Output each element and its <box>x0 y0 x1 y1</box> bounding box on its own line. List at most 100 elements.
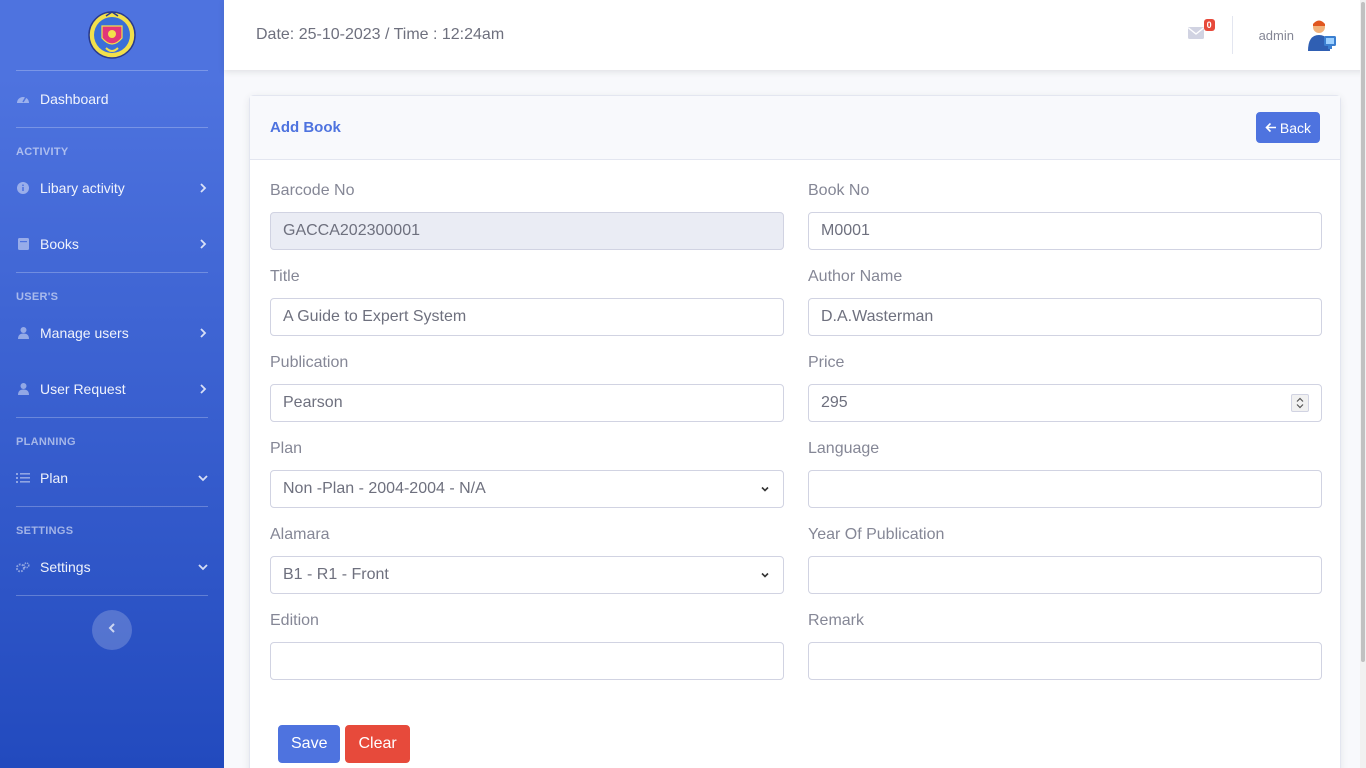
sidebar-item-library-activity[interactable]: Libary activity <box>0 160 224 216</box>
username-label[interactable]: admin <box>1259 28 1294 43</box>
book-no-field-group: Book No M0001 <box>808 182 1322 268</box>
messages-dropdown[interactable]: 0 <box>1186 19 1215 45</box>
college-crest-logo <box>88 11 136 59</box>
author-field-group: Author Name D.A.Wasterman <box>808 268 1322 354</box>
price-value: 295 <box>821 394 848 411</box>
language-input[interactable] <box>808 470 1322 508</box>
price-label: Price <box>808 354 845 371</box>
user-icon <box>16 382 30 396</box>
save-button[interactable]: Save <box>278 725 341 763</box>
alamara-label: Alamara <box>270 526 330 543</box>
chevron-down-icon <box>198 562 208 572</box>
alamara-selected-value: B1 - R1 - Front <box>283 566 389 583</box>
number-spinner[interactable] <box>1291 394 1309 412</box>
barcode-value: GACCA202300001 <box>283 222 420 239</box>
chevron-down-icon <box>759 483 771 495</box>
sidebar-item-manage-users[interactable]: Manage users <box>0 305 224 361</box>
tachometer-icon <box>16 92 30 106</box>
sidebar-heading-activity: ACTIVITY <box>16 146 69 158</box>
edition-field-group: Edition <box>270 612 784 698</box>
plan-select[interactable]: Non -Plan - 2004-2004 - N/A <box>270 470 784 508</box>
title-label: Title <box>270 268 300 285</box>
plan-label: Plan <box>270 440 303 457</box>
envelope-icon <box>1187 26 1204 44</box>
sidebar-item-settings[interactable]: Settings <box>0 539 224 595</box>
sidebar-item-dashboard[interactable]: Dashboard <box>0 71 224 127</box>
publication-label: Publication <box>270 354 349 371</box>
remark-input[interactable] <box>808 642 1322 680</box>
info-circle-icon <box>16 181 30 195</box>
alamara-select[interactable]: B1 - R1 - Front <box>270 556 784 594</box>
title-field-group: Title A Guide to Expert System <box>270 268 784 354</box>
price-field-group: Price 295 <box>808 354 1322 440</box>
sidebar-item-label: Manage users <box>40 325 129 341</box>
barcode-label: Barcode No <box>270 182 355 199</box>
topbar-divider <box>1231 16 1233 54</box>
sidebar-item-label: Books <box>40 236 79 252</box>
sidebar-item-plan[interactable]: Plan <box>0 450 224 506</box>
sidebar-item-label: Dashboard <box>40 91 109 107</box>
add-book-card: Add Book Back Barcode No GACCA202300001 … <box>249 95 1341 768</box>
add-book-form: Barcode No GACCA202300001 Book No M0001 … <box>270 182 1322 698</box>
sidebar-heading-users: USER'S <box>16 291 59 303</box>
messages-count-badge: 0 <box>1203 19 1215 31</box>
book-no-input[interactable]: M0001 <box>808 212 1322 250</box>
year-field-group: Year Of Publication <box>808 526 1322 612</box>
book-icon <box>16 237 30 251</box>
chevron-right-icon <box>198 384 208 394</box>
chevron-right-icon <box>198 183 208 193</box>
alamara-field-group: Alamara B1 - R1 - Front <box>270 526 784 612</box>
page-scrollbar[interactable] <box>1360 0 1366 768</box>
sidebar-brand[interactable] <box>0 0 224 70</box>
author-input[interactable]: D.A.Wasterman <box>808 298 1322 336</box>
sidebar-divider <box>16 595 208 596</box>
book-no-value: M0001 <box>821 222 870 239</box>
remark-field-group: Remark <box>808 612 1322 698</box>
title-value: A Guide to Expert System <box>283 308 467 325</box>
author-label: Author Name <box>808 268 903 285</box>
sidebar-heading-settings: SETTINGS <box>16 525 74 537</box>
publication-input[interactable]: Pearson <box>270 384 784 422</box>
sidebar: Dashboard ACTIVITY Libary activity Books… <box>0 0 224 768</box>
chevron-right-icon <box>198 239 208 249</box>
page-title: Add Book <box>270 119 341 136</box>
publication-value: Pearson <box>283 394 343 411</box>
sidebar-item-label: Plan <box>40 470 69 486</box>
avatar[interactable] <box>1304 18 1338 52</box>
card-header: Add Book Back <box>250 96 1340 160</box>
back-button-label: Back <box>1279 119 1311 136</box>
book-no-label: Book No <box>808 182 870 199</box>
arrow-left-icon <box>1265 120 1277 136</box>
sidebar-item-label: User Request <box>40 381 126 397</box>
chevron-left-icon <box>107 621 117 639</box>
author-value: D.A.Wasterman <box>821 308 934 325</box>
form-actions: Save Clear <box>278 725 410 763</box>
sidebar-item-books[interactable]: Books <box>0 216 224 272</box>
user-icon <box>16 326 30 340</box>
edition-label: Edition <box>270 612 319 629</box>
price-input[interactable]: 295 <box>808 384 1322 422</box>
barcode-input[interactable]: GACCA202300001 <box>270 212 784 250</box>
back-button[interactable]: Back <box>1255 112 1320 143</box>
language-label: Language <box>808 440 880 457</box>
language-field-group: Language <box>808 440 1322 526</box>
list-icon <box>16 471 30 485</box>
sidebar-toggle-button[interactable] <box>92 610 132 650</box>
edition-input[interactable] <box>270 642 784 680</box>
chevron-right-icon <box>198 328 208 338</box>
topbar: Date: 25-10-2023 / Time : 12:24am 0 admi… <box>224 0 1366 70</box>
scrollbar-thumb[interactable] <box>1361 2 1365 662</box>
publication-field-group: Publication Pearson <box>270 354 784 440</box>
clear-button[interactable]: Clear <box>345 725 410 763</box>
chevron-down-icon <box>759 569 771 581</box>
datetime-display: Date: 25-10-2023 / Time : 12:24am <box>256 26 505 43</box>
barcode-field-group: Barcode No GACCA202300001 <box>270 182 784 268</box>
title-input[interactable]: A Guide to Expert System <box>270 298 784 336</box>
plan-field-group: Plan Non -Plan - 2004-2004 - N/A <box>270 440 784 526</box>
year-label: Year Of Publication <box>808 526 945 543</box>
chevron-down-icon <box>198 473 208 483</box>
plan-selected-value: Non -Plan - 2004-2004 - N/A <box>283 480 486 497</box>
year-input[interactable] <box>808 556 1322 594</box>
sidebar-item-user-request[interactable]: User Request <box>0 361 224 417</box>
remark-label: Remark <box>808 612 865 629</box>
